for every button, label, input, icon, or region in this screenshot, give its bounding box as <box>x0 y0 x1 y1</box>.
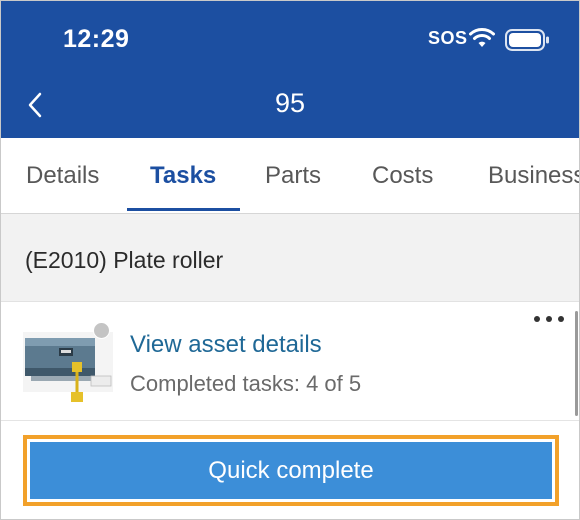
more-horizontal-icon <box>534 316 540 322</box>
scrollbar-thumb[interactable] <box>575 311 578 416</box>
status-sos: SOS <box>428 28 468 48</box>
tab-bar: Details Tasks Parts Costs Business <box>1 138 579 214</box>
completed-tasks-text: Completed tasks: 4 of 5 <box>130 371 362 396</box>
more-horizontal-icon <box>546 316 552 322</box>
tab-tasks[interactable]: Tasks <box>150 138 216 213</box>
app-screen: 12:29 SOS 95 Details Tasks Parts Costs B… <box>0 0 580 520</box>
more-options-button[interactable] <box>534 312 564 326</box>
more-horizontal-icon <box>558 316 564 322</box>
quick-complete-button[interactable]: Quick complete <box>30 442 552 499</box>
section-header: (E2010) Plate roller <box>1 214 579 302</box>
status-dot <box>93 322 110 339</box>
section-title: (E2010) Plate roller <box>25 247 224 273</box>
tab-parts[interactable]: Parts <box>265 138 321 213</box>
wifi-icon <box>469 28 495 47</box>
asset-card: View asset details Completed tasks: 4 of… <box>1 302 579 421</box>
app-header: 12:29 SOS 95 <box>1 1 579 138</box>
battery-icon <box>505 29 549 51</box>
view-asset-details-link[interactable]: View asset details <box>130 331 322 359</box>
tab-details[interactable]: Details <box>26 138 99 213</box>
tab-costs[interactable]: Costs <box>372 138 433 213</box>
status-time: 12:29 <box>63 25 130 53</box>
quick-complete-highlight: Quick complete <box>23 435 559 506</box>
page-title: 95 <box>274 88 306 118</box>
tab-business[interactable]: Business <box>488 138 579 213</box>
active-tab-indicator <box>127 208 240 211</box>
